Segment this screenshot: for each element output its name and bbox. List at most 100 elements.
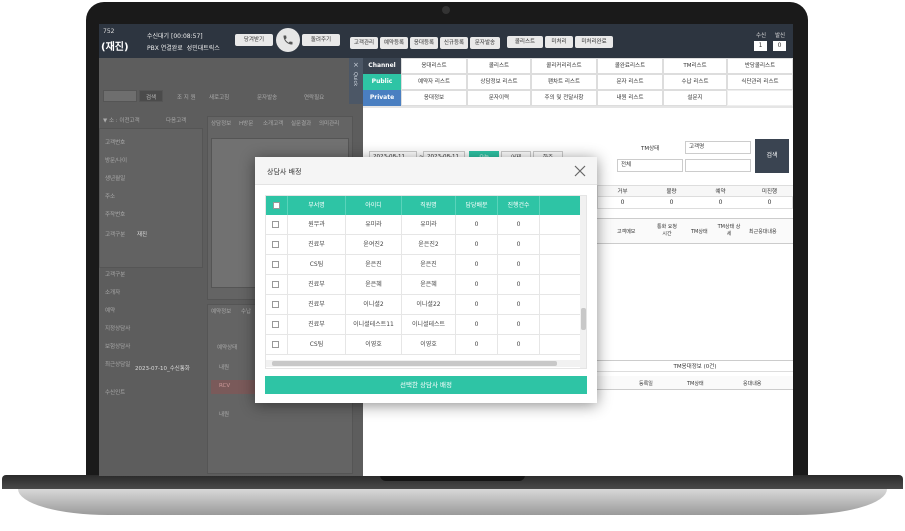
sms-option[interactable]: 문자발송 xyxy=(257,93,277,101)
column-header[interactable]: 직원명 xyxy=(402,196,456,215)
customer-search-field[interactable] xyxy=(103,90,137,102)
reservation-status-header: 예약상태 xyxy=(217,345,238,351)
field-label: 생년월일 xyxy=(105,176,126,182)
dept-cell: 진료부 xyxy=(288,235,346,255)
name-cell: 윤은진2 xyxy=(402,235,456,255)
customer-type-value: 재진 xyxy=(137,232,148,238)
tab-survey[interactable]: 실문결과 xyxy=(291,119,311,127)
last-consult-date: 2023-07-10_수신통화 xyxy=(135,366,190,372)
scrollbar-thumb[interactable] xyxy=(272,361,557,366)
contact-option[interactable]: 연락필요 xyxy=(304,93,324,101)
table-row[interactable]: 진료부 윤은혜 윤은혜 0 0 xyxy=(266,275,580,295)
progress-cell: 0 xyxy=(498,315,540,335)
table-row[interactable]: 원무과 유미라 유미라 0 0 xyxy=(266,215,580,235)
outgoing-count: 0 xyxy=(773,41,786,51)
reservation-row[interactable]: 내원 xyxy=(219,363,229,371)
row-checkbox[interactable] xyxy=(272,321,279,328)
progress-cell: 0 xyxy=(498,215,540,235)
field-label: 예약 xyxy=(105,308,116,314)
field-label: 고객번호 xyxy=(105,140,126,146)
tab-visit[interactable]: H방문 xyxy=(239,119,253,127)
call-status: 수신대기 [00:08:57] xyxy=(147,33,203,40)
reservation-row[interactable]: 내원 xyxy=(219,410,229,418)
incoming-label: 수신 xyxy=(756,33,767,39)
dept-cell: 진료부 xyxy=(288,295,346,315)
table-row[interactable]: CS팀 이영호 이영호 0 0 xyxy=(266,335,580,355)
tab-referral[interactable]: 소개고객 xyxy=(263,119,283,127)
dialog-title: 상담사 배정 xyxy=(267,168,302,176)
id-cell: 윤은혜 xyxy=(346,275,402,295)
name-cell: 이영호 xyxy=(402,335,456,355)
assign-selected-button[interactable]: 선택한 상담사 배정 xyxy=(265,376,587,394)
menu-call-list[interactable]: 콜리스트 xyxy=(507,36,543,48)
table-row[interactable]: CS팀 윤은진 윤은진 0 0 xyxy=(266,255,580,275)
tab-payment[interactable]: 수납 xyxy=(241,307,251,315)
menu-reservation[interactable]: 예약등록 xyxy=(380,37,408,49)
column-header[interactable]: 부서명 xyxy=(288,196,346,215)
top-bar: 752 (재진) 수신대기 [00:08:57] PBX 연결완료 성민대트릭스… xyxy=(99,24,793,58)
tab-reservation-info[interactable]: 예약정보 xyxy=(211,307,231,315)
customer-search-button[interactable]: 검색 xyxy=(139,90,163,102)
field-label: 고객구분 xyxy=(105,272,126,278)
incoming-count: 1 xyxy=(754,41,767,51)
assigned-cell: 0 xyxy=(456,255,498,275)
close-icon[interactable] xyxy=(573,164,587,178)
counselor-table: 부서명 아이디 직원명 담당배분 진행건수 원무과 유미라 유미라 0 0 진료… xyxy=(265,195,587,369)
assigned-cell: 0 xyxy=(456,235,498,255)
row-checkbox[interactable] xyxy=(272,241,279,248)
quick-panel-toggle[interactable]: × Quick xyxy=(349,58,363,104)
select-all-checkbox[interactable] xyxy=(273,202,280,209)
table-row[interactable]: 진료부 이니셜테스트11 이니셜테스트 0 0 xyxy=(266,315,580,335)
field-label: 방문/나이 xyxy=(105,158,128,164)
close-icon[interactable]: × xyxy=(353,61,359,69)
row-checkbox[interactable] xyxy=(272,281,279,288)
vertical-scrollbar[interactable] xyxy=(580,196,586,368)
progress-cell: 0 xyxy=(498,335,540,355)
menu-processed[interactable]: 미처리완료 xyxy=(575,36,613,48)
menu-response[interactable]: 응대등록 xyxy=(410,37,438,49)
column-header[interactable]: 아이디 xyxy=(346,196,402,215)
row-checkbox[interactable] xyxy=(272,221,279,228)
agent-id: 752 xyxy=(103,28,115,35)
id-cell: 유미라 xyxy=(346,215,402,235)
outgoing-label: 발신 xyxy=(775,33,786,39)
assigned-cell: 0 xyxy=(456,295,498,315)
tab-manage[interactable]: 의미관리 xyxy=(319,119,339,127)
menu-new[interactable]: 신규등록 xyxy=(440,37,468,49)
next-customer-filter[interactable]: 다음고객 xyxy=(166,116,186,124)
counselor-assign-dialog: 상담사 배정 부서명 아이디 직원명 담당배분 진행건수 원무과 유미라 유미라… xyxy=(255,157,597,403)
return-button[interactable]: 돌려주기 xyxy=(302,34,340,46)
name-cell: 유미라 xyxy=(402,215,456,235)
column-header[interactable]: 진행건수 xyxy=(498,196,540,215)
scrollbar-thumb[interactable] xyxy=(581,308,586,330)
name-cell: 윤은진 xyxy=(402,255,456,275)
field-label: 주작번호 xyxy=(105,212,126,218)
row-checkbox[interactable] xyxy=(272,261,279,268)
dept-cell: 진료부 xyxy=(288,315,346,335)
tab-consult-info[interactable]: 상담정보 xyxy=(211,119,231,127)
assigned-cell: 0 xyxy=(456,275,498,295)
row-checkbox[interactable] xyxy=(272,301,279,308)
menu-customer[interactable]: 고객관리 xyxy=(350,37,378,49)
assigned-cell: 0 xyxy=(456,215,498,235)
dialog-header: 상담사 배정 xyxy=(255,157,597,185)
table-row[interactable]: 진료부 이니셜2 이니셜22 0 0 xyxy=(266,295,580,315)
menu-unprocessed[interactable]: 미처리 xyxy=(545,36,573,48)
phone-icon xyxy=(283,35,293,45)
horizontal-scrollbar[interactable] xyxy=(266,360,580,367)
menu-sms[interactable]: 문자발송 xyxy=(470,37,500,49)
prev-customer-filter[interactable]: ▼ 소 : 이전고객 xyxy=(103,116,140,124)
pickup-button[interactable]: 당겨받기 xyxy=(235,34,273,46)
phone-button[interactable] xyxy=(276,28,300,52)
agent-name: (재진) xyxy=(101,42,129,53)
pbx-status: PBX 연결완료 성민대트릭스 xyxy=(147,45,220,52)
dept-cell: CS팀 xyxy=(288,335,346,355)
select-all-cell xyxy=(266,196,288,215)
table-row[interactable]: 진료부 윤여진2 윤은진2 0 0 xyxy=(266,235,580,255)
field-label: 지정상담사 xyxy=(105,326,131,332)
assigned-cell: 0 xyxy=(456,335,498,355)
refresh-option[interactable]: 새로고침 xyxy=(209,93,229,101)
field-label: 보험상담사 xyxy=(105,344,131,350)
column-header[interactable]: 담당배분 xyxy=(456,196,498,215)
row-checkbox[interactable] xyxy=(272,341,279,348)
